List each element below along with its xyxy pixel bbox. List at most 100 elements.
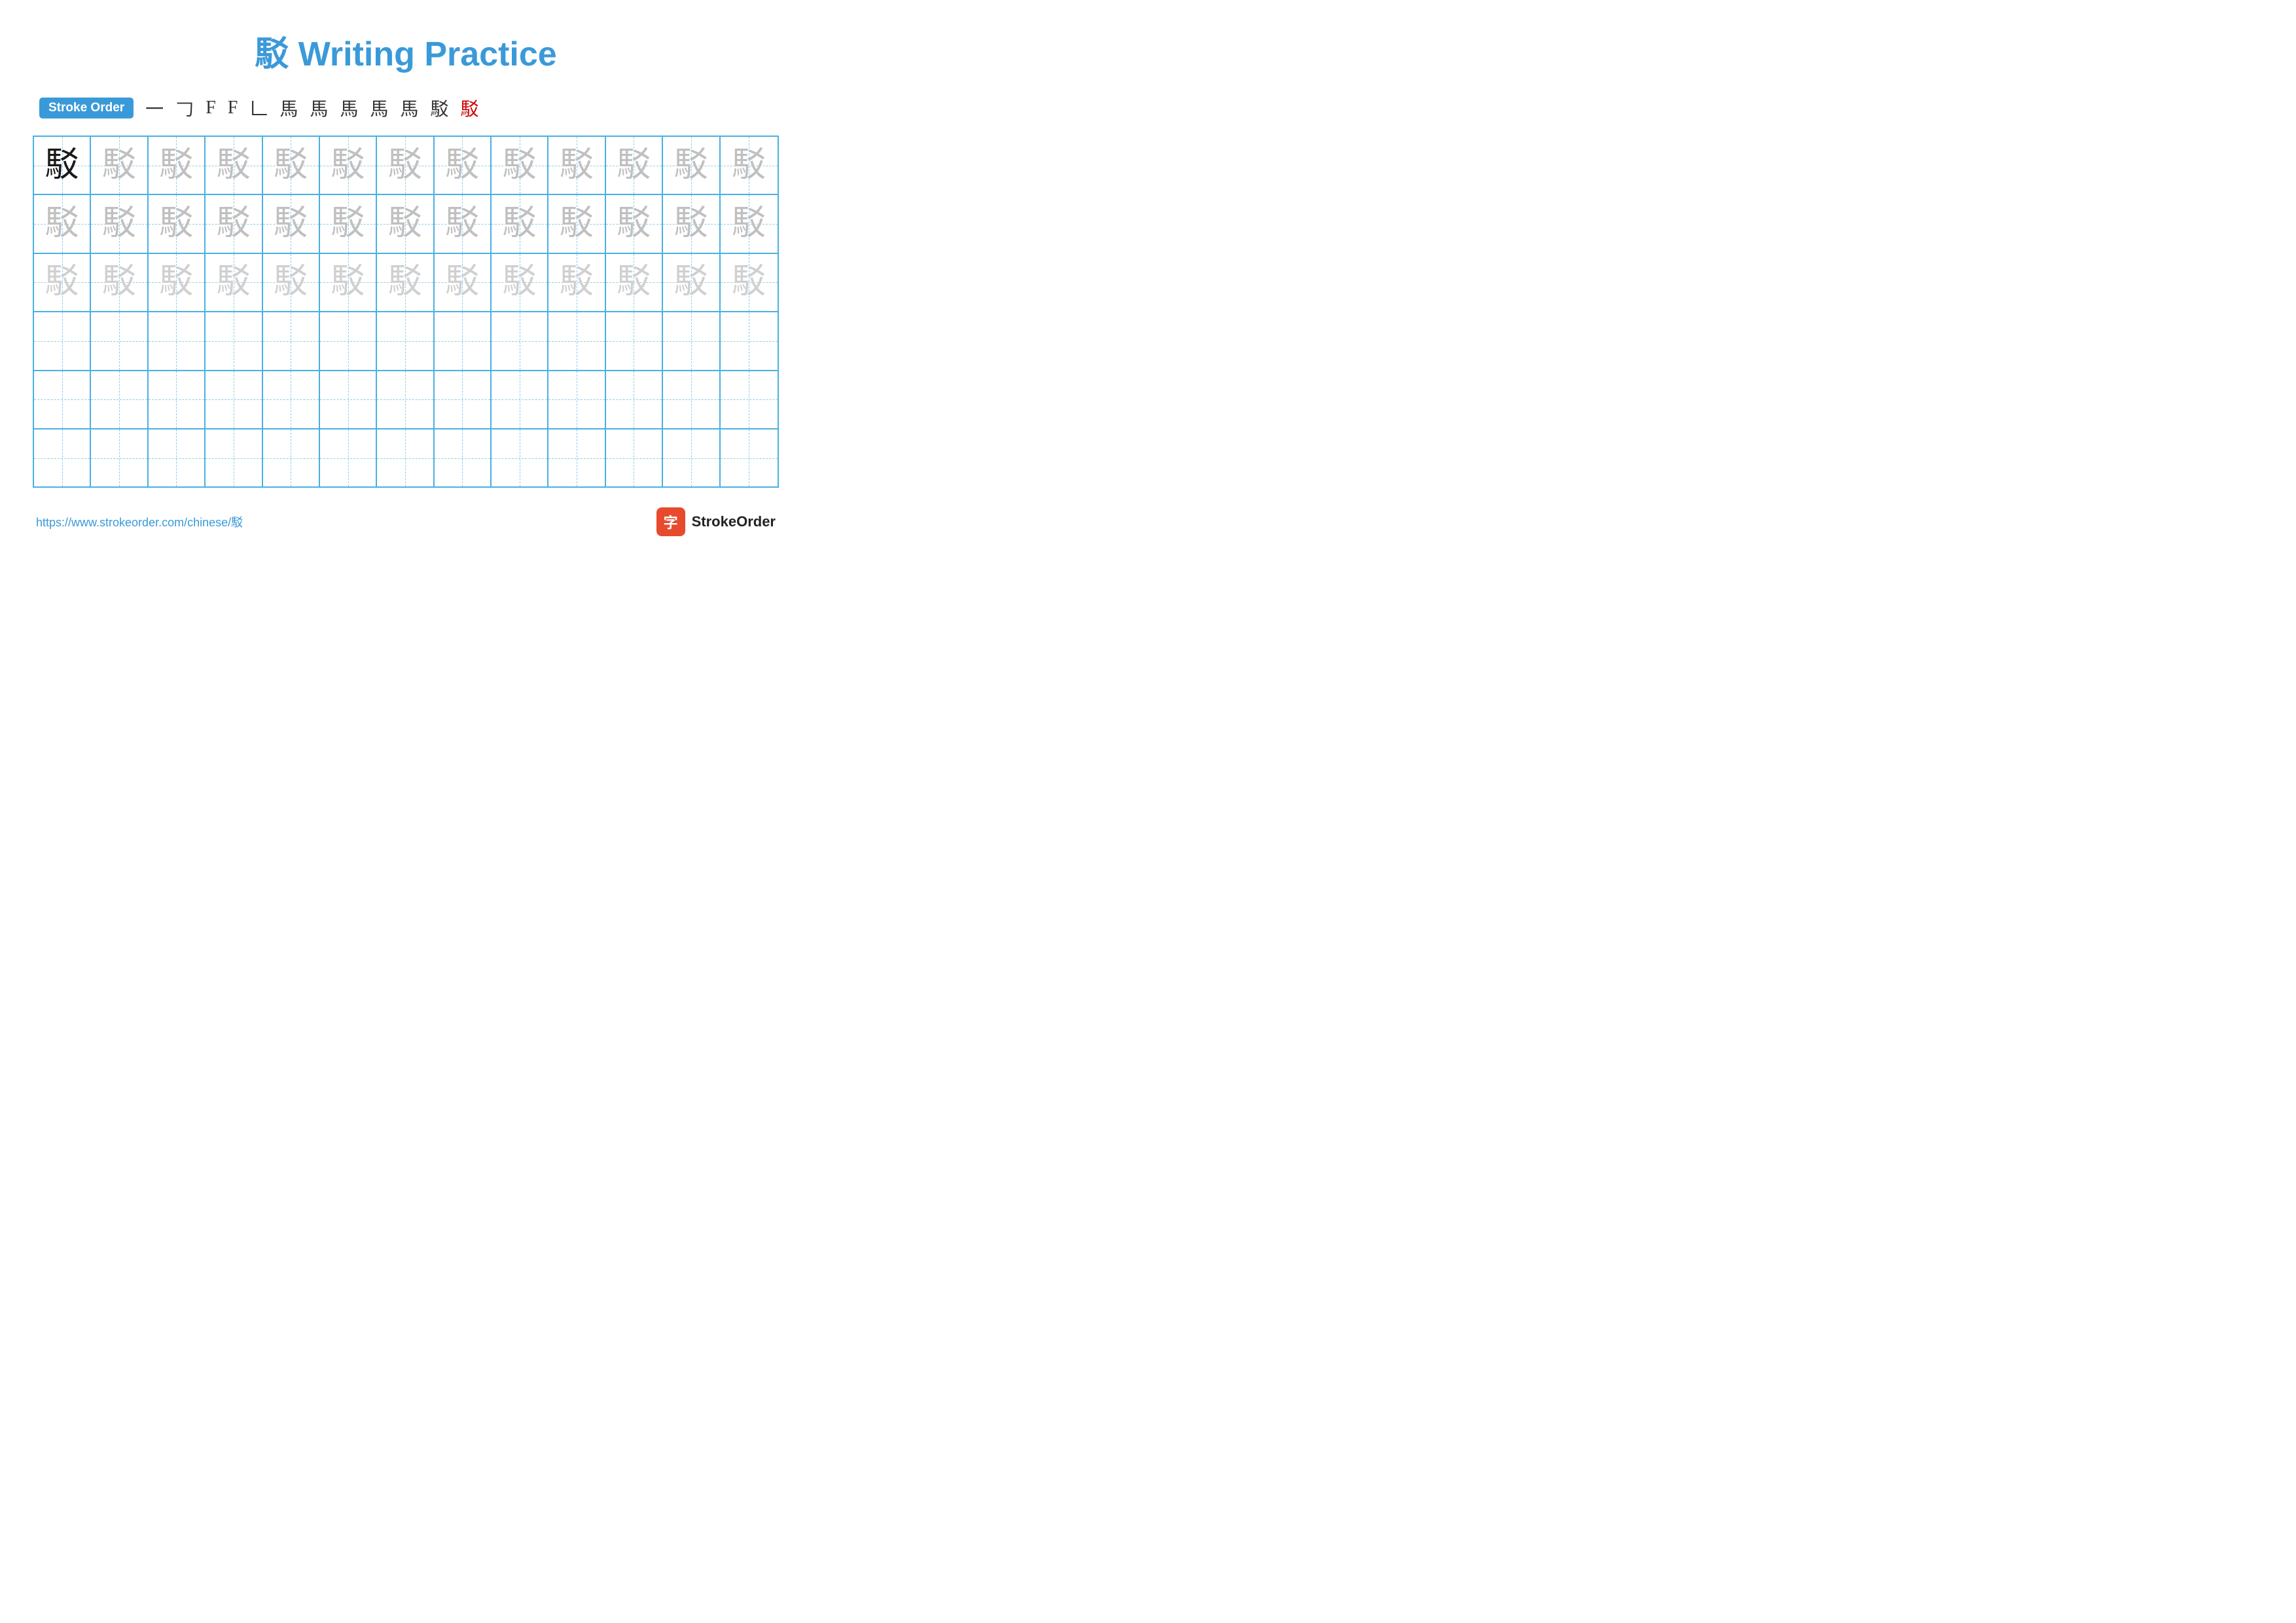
grid-cell-3-2[interactable]: 駁 [91, 254, 148, 311]
grid-cell-4-4[interactable] [206, 312, 262, 369]
grid-cell-6-8[interactable] [435, 429, 492, 486]
stroke-step-6: 馬 [279, 95, 298, 121]
grid-cell-6-3[interactable] [149, 429, 206, 486]
grid-row-6 [34, 429, 778, 486]
grid-cell-1-13[interactable]: 駁 [721, 137, 778, 194]
grid-cell-6-7[interactable] [377, 429, 434, 486]
grid-cell-1-9[interactable]: 駁 [492, 137, 548, 194]
grid-cell-1-2[interactable]: 駁 [91, 137, 148, 194]
grid-cell-6-12[interactable] [663, 429, 720, 486]
grid-cell-6-11[interactable] [606, 429, 663, 486]
grid-cell-2-8[interactable]: 駁 [435, 195, 492, 252]
grid-cell-6-1[interactable] [34, 429, 91, 486]
grid-cell-5-10[interactable] [548, 371, 605, 428]
grid-cell-2-2[interactable]: 駁 [91, 195, 148, 252]
grid-cell-5-5[interactable] [263, 371, 320, 428]
grid-cell-3-8[interactable]: 駁 [435, 254, 492, 311]
grid-cell-2-4[interactable]: 駁 [206, 195, 262, 252]
brand-name: StrokeOrder [692, 513, 776, 530]
grid-cell-2-1[interactable]: 駁 [34, 195, 91, 252]
grid-cell-4-11[interactable] [606, 312, 663, 369]
grid-cell-3-7[interactable]: 駁 [377, 254, 434, 311]
grid-cell-3-1[interactable]: 駁 [34, 254, 91, 311]
stroke-order-badge: Stroke Order [39, 98, 134, 119]
grid-cell-5-7[interactable] [377, 371, 434, 428]
grid-cell-2-12[interactable]: 駁 [663, 195, 720, 252]
grid-cell-3-4[interactable]: 駁 [206, 254, 262, 311]
stroke-step-1: 一 [145, 95, 164, 121]
grid-cell-5-11[interactable] [606, 371, 663, 428]
grid-cell-3-5[interactable]: 駁 [263, 254, 320, 311]
grid-cell-4-3[interactable] [149, 312, 206, 369]
grid-cell-3-6[interactable]: 駁 [320, 254, 377, 311]
grid-cell-5-3[interactable] [149, 371, 206, 428]
grid-cell-4-10[interactable] [548, 312, 605, 369]
grid-cell-6-6[interactable] [320, 429, 377, 486]
grid-row-1: 駁 駁 駁 駁 駁 駁 駁 駁 駁 駁 駁 駁 駁 [34, 137, 778, 195]
grid-row-3: 駁 駁 駁 駁 駁 駁 駁 駁 駁 駁 駁 駁 駁 [34, 254, 778, 312]
grid-cell-2-13[interactable]: 駁 [721, 195, 778, 252]
grid-cell-1-11[interactable]: 駁 [606, 137, 663, 194]
stroke-step-9: 馬 [370, 95, 388, 121]
stroke-step-8: 馬 [340, 95, 358, 121]
grid-cell-3-3[interactable]: 駁 [149, 254, 206, 311]
grid-cell-6-5[interactable] [263, 429, 320, 486]
stroke-step-2: 𠃌 [175, 95, 194, 121]
grid-cell-4-5[interactable] [263, 312, 320, 369]
stroke-step-12: 駁 [460, 95, 478, 121]
grid-cell-1-12[interactable]: 駁 [663, 137, 720, 194]
stroke-step-4: F [228, 98, 238, 119]
grid-cell-5-6[interactable] [320, 371, 377, 428]
grid-cell-4-12[interactable] [663, 312, 720, 369]
stroke-step-11: 駁 [430, 95, 448, 121]
grid-cell-2-5[interactable]: 駁 [263, 195, 320, 252]
grid-cell-5-13[interactable] [721, 371, 778, 428]
grid-cell-4-9[interactable] [492, 312, 548, 369]
grid-cell-1-6[interactable]: 駁 [320, 137, 377, 194]
grid-cell-6-9[interactable] [492, 429, 548, 486]
grid-cell-1-1[interactable]: 駁 [34, 137, 91, 194]
grid-cell-4-1[interactable] [34, 312, 91, 369]
grid-cell-2-11[interactable]: 駁 [606, 195, 663, 252]
char-dark: 駁 [45, 149, 79, 183]
grid-cell-5-4[interactable] [206, 371, 262, 428]
stroke-step-10: 馬 [400, 95, 418, 121]
grid-cell-2-10[interactable]: 駁 [548, 195, 605, 252]
footer-brand: 字 StrokeOrder [656, 507, 776, 536]
grid-cell-6-2[interactable] [91, 429, 148, 486]
grid-cell-1-5[interactable]: 駁 [263, 137, 320, 194]
grid-cell-4-2[interactable] [91, 312, 148, 369]
grid-cell-2-6[interactable]: 駁 [320, 195, 377, 252]
grid-cell-3-13[interactable]: 駁 [721, 254, 778, 311]
grid-row-5 [34, 371, 778, 429]
page-title: 駁 Writing Practice [33, 26, 779, 75]
grid-cell-3-10[interactable]: 駁 [548, 254, 605, 311]
grid-cell-3-12[interactable]: 駁 [663, 254, 720, 311]
footer: https://www.strokeorder.com/chinese/駁 字 … [33, 507, 779, 536]
grid-cell-3-9[interactable]: 駁 [492, 254, 548, 311]
stroke-order-row: Stroke Order 一 𠃌 F F 𠃊 馬 馬 馬 馬 馬 駁 駁 [33, 95, 779, 121]
grid-cell-5-8[interactable] [435, 371, 492, 428]
grid-cell-4-6[interactable] [320, 312, 377, 369]
grid-cell-6-10[interactable] [548, 429, 605, 486]
grid-cell-4-13[interactable] [721, 312, 778, 369]
grid-cell-6-13[interactable] [721, 429, 778, 486]
grid-cell-5-1[interactable] [34, 371, 91, 428]
grid-cell-1-8[interactable]: 駁 [435, 137, 492, 194]
grid-cell-2-3[interactable]: 駁 [149, 195, 206, 252]
grid-cell-2-7[interactable]: 駁 [377, 195, 434, 252]
grid-cell-5-9[interactable] [492, 371, 548, 428]
grid-cell-1-4[interactable]: 駁 [206, 137, 262, 194]
grid-cell-3-11[interactable]: 駁 [606, 254, 663, 311]
stroke-step-5: 𠃊 [249, 95, 268, 121]
grid-cell-1-10[interactable]: 駁 [548, 137, 605, 194]
grid-cell-5-12[interactable] [663, 371, 720, 428]
grid-cell-1-7[interactable]: 駁 [377, 137, 434, 194]
grid-cell-1-3[interactable]: 駁 [149, 137, 206, 194]
grid-cell-4-8[interactable] [435, 312, 492, 369]
grid-cell-4-7[interactable] [377, 312, 434, 369]
grid-cell-5-2[interactable] [91, 371, 148, 428]
grid-cell-2-9[interactable]: 駁 [492, 195, 548, 252]
footer-link[interactable]: https://www.strokeorder.com/chinese/駁 [36, 513, 243, 530]
grid-cell-6-4[interactable] [206, 429, 262, 486]
